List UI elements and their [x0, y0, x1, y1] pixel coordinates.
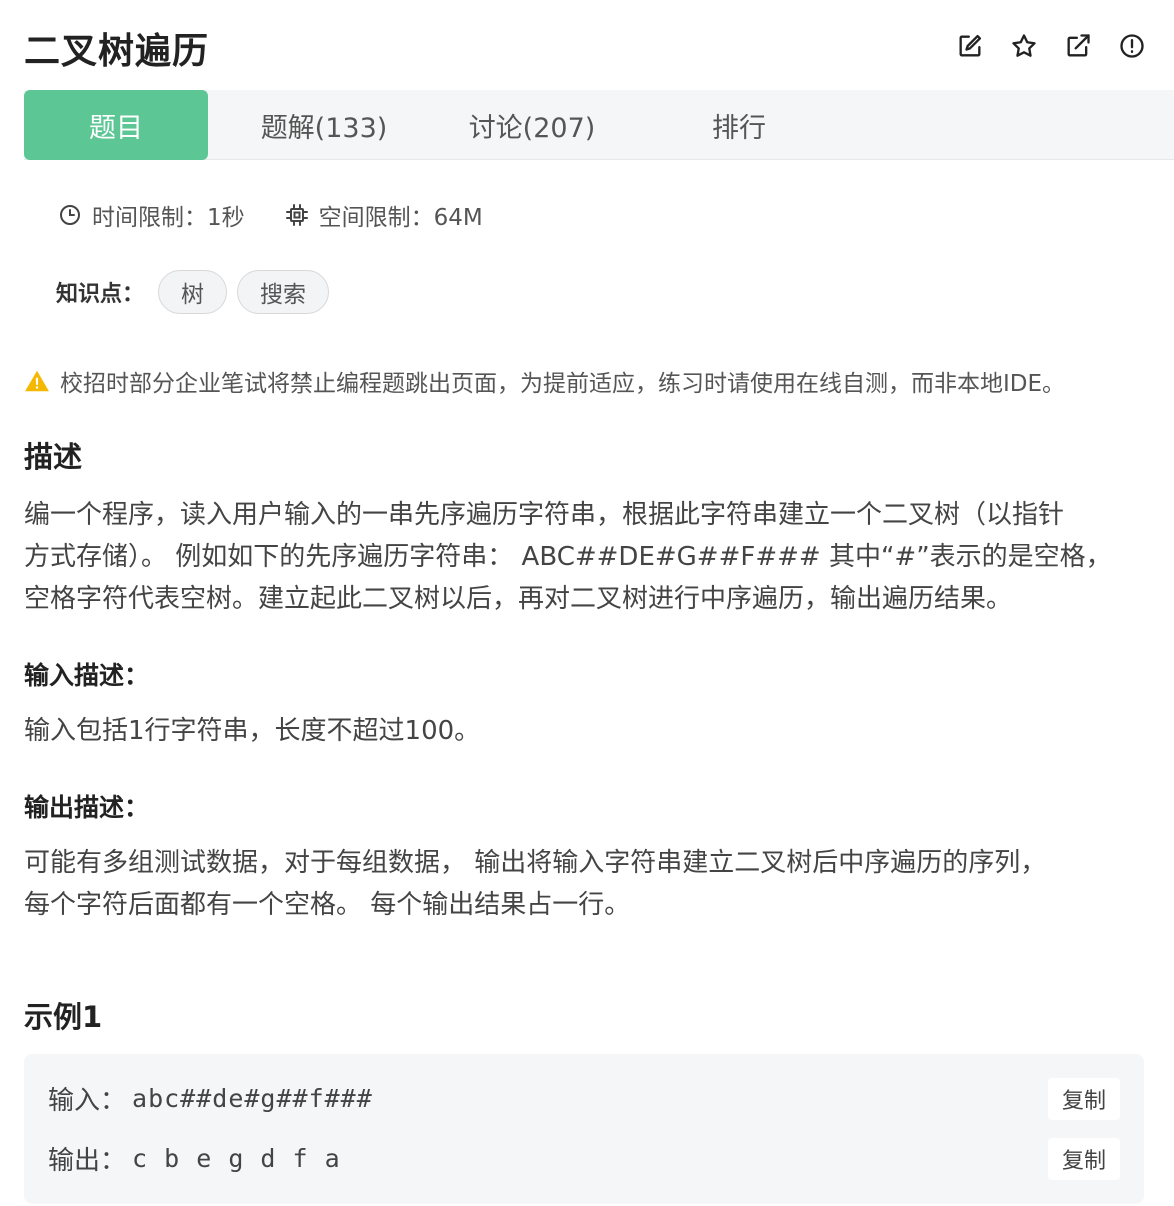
chip-icon	[285, 204, 308, 226]
description-heading: 描述	[24, 440, 83, 474]
copy-input-button[interactable]: 复制	[1048, 1078, 1120, 1120]
warning-notice: 校招时部分企业笔试将禁止编程题跳出页面，为提前适应，练习时请使用在线自测，而非本…	[24, 364, 1065, 398]
clock-icon	[60, 205, 80, 225]
report-icon	[1120, 34, 1144, 58]
edit-icon	[959, 34, 982, 57]
description-line: 编一个程序，读入用户输入的一串先序遍历字符串，根据此字符串建立一个二叉树（以指针	[24, 500, 1065, 530]
external-link-icon	[1067, 34, 1090, 57]
tab-bar: 题目 题解(133) 讨论(207) 排行	[24, 90, 1174, 160]
favorite-button[interactable]	[1008, 30, 1040, 62]
example-output-value: c b e g d f a	[132, 1144, 341, 1173]
example-input-row: 输入： abc##de#g##f###	[48, 1080, 373, 1117]
tab-discussion[interactable]: 讨论(207)	[432, 90, 632, 160]
copy-output-button[interactable]: 复制	[1048, 1138, 1120, 1180]
description-text: 编一个程序，读入用户输入的一串先序遍历字符串，根据此字符串建立一个二叉树（以指针…	[24, 494, 1154, 620]
example-output-row: 输出： c b e g d f a	[48, 1140, 341, 1177]
output-desc-line: 可能有多组测试数据，对于每组数据， 输出将输入字符串建立二叉树后中序遍历的序列，	[24, 848, 1047, 878]
tab-problem[interactable]: 题目	[24, 90, 208, 160]
input-desc-heading: 输入描述：	[24, 661, 150, 690]
edit-button[interactable]	[954, 30, 986, 62]
example-input-label: 输入：	[48, 1086, 127, 1116]
warning-text: 校招时部分企业笔试将禁止编程题跳出页面，为提前适应，练习时请使用在线自测，而非本…	[60, 371, 1066, 397]
report-button[interactable]	[1116, 30, 1148, 62]
tag-search[interactable]: 搜索	[237, 270, 330, 314]
knowledge-label: 知识点：	[56, 282, 145, 307]
example-output-label: 输出：	[48, 1146, 127, 1176]
input-desc-text: 输入包括1行字符串，长度不超过100。	[24, 716, 481, 746]
example-box: 输入： abc##de#g##f### 复制 输出： c b e g d f a…	[24, 1054, 1144, 1204]
page-title: 二叉树遍历	[24, 31, 210, 72]
output-desc-line: 每个字符后面都有一个空格。 每个输出结果占一行。	[24, 890, 631, 920]
warning-icon	[25, 370, 49, 392]
time-limit: 时间限制：1秒	[92, 205, 245, 231]
tab-solutions[interactable]: 题解(133)	[224, 90, 424, 160]
output-desc-text: 可能有多组测试数据，对于每组数据， 输出将输入字符串建立二叉树后中序遍历的序列，…	[24, 842, 1154, 926]
open-new-window-button[interactable]	[1062, 30, 1094, 62]
knowledge-points: 知识点： 树 搜索	[56, 270, 339, 314]
example-heading: 示例1	[24, 1000, 103, 1034]
tag-tree[interactable]: 树	[158, 270, 228, 314]
tab-ranking[interactable]: 排行	[639, 90, 839, 160]
output-desc-heading: 输出描述：	[24, 793, 150, 822]
description-line: 空格字符代表空树。建立起此二叉树以后，再对二叉树进行中序遍历，输出遍历结果。	[24, 584, 1013, 614]
star-icon	[1012, 34, 1036, 57]
limits: 时间限制：1秒 空间限制：64M	[58, 198, 483, 232]
toolbar	[954, 30, 1148, 62]
space-limit: 空间限制：64M	[318, 205, 483, 231]
example-input-value: abc##de#g##f###	[132, 1084, 373, 1113]
description-line: 方式存储）。 例如如下的先序遍历字符串： ABC##DE#G##F### 其中“…	[24, 542, 1112, 572]
